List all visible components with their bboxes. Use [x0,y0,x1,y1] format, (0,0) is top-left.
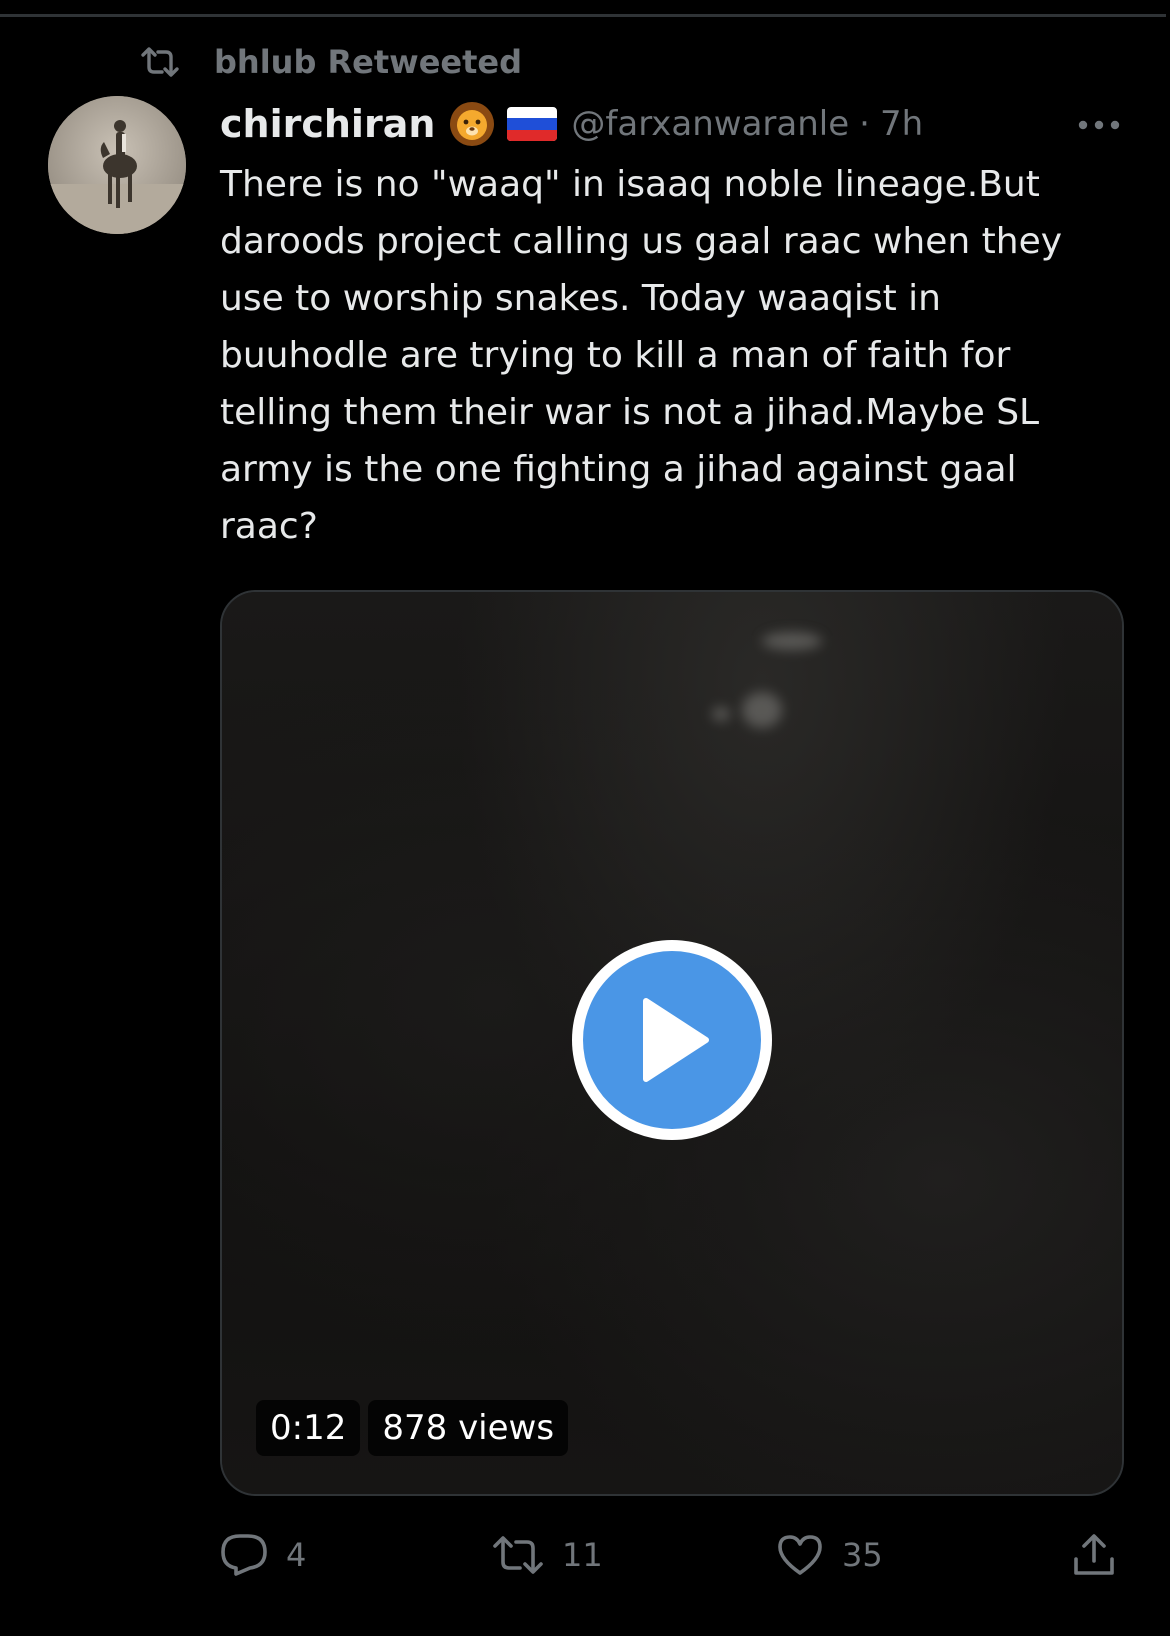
tweet-action-bar: 4 11 35 [220,1530,1120,1580]
video-meta: 0:12 878 views [256,1400,569,1456]
more-options-button[interactable] [1074,108,1124,140]
video-player[interactable]: 0:12 878 views [220,590,1124,1496]
video-views: 878 views [368,1400,569,1456]
header-separator: · [859,104,870,144]
share-button[interactable] [1072,1530,1116,1580]
thumbnail-highlight [712,707,730,721]
author-display-name[interactable]: chirchiran [220,102,435,146]
thumbnail-highlight [742,692,782,728]
share-icon [1072,1533,1116,1577]
retweet-count: 11 [562,1536,603,1574]
top-divider [0,14,1166,17]
reply-count: 4 [286,1536,307,1574]
retweet-icon [140,46,180,78]
like-button[interactable]: 35 [776,1530,883,1580]
retweet-icon [492,1535,544,1575]
retweet-label[interactable]: bhlub Retweeted [214,43,522,81]
play-button[interactable] [572,940,772,1140]
avatar[interactable] [48,96,186,234]
like-count: 35 [842,1536,883,1574]
play-icon [583,951,761,1129]
reply-button[interactable]: 4 [220,1530,306,1580]
author-handle[interactable]: @farxanwaranle [571,104,849,144]
more-dots-icon [1078,115,1120,134]
tweet-text: There is no "waaq" in isaaq noble lineag… [220,164,1074,547]
heart-icon [776,1533,824,1577]
lion-face-emoji-icon [449,101,495,147]
tweet-timestamp[interactable]: 7h [880,104,923,144]
russia-flag-icon [507,105,558,143]
video-duration: 0:12 [256,1400,361,1456]
retweet-context: bhlub Retweeted [140,40,522,84]
reply-icon [220,1533,268,1577]
tweet-header: chirchiran @farxanwaranle · 7h [220,96,1120,152]
thumbnail-highlight [762,632,822,650]
retweet-button[interactable]: 11 [492,1530,603,1580]
